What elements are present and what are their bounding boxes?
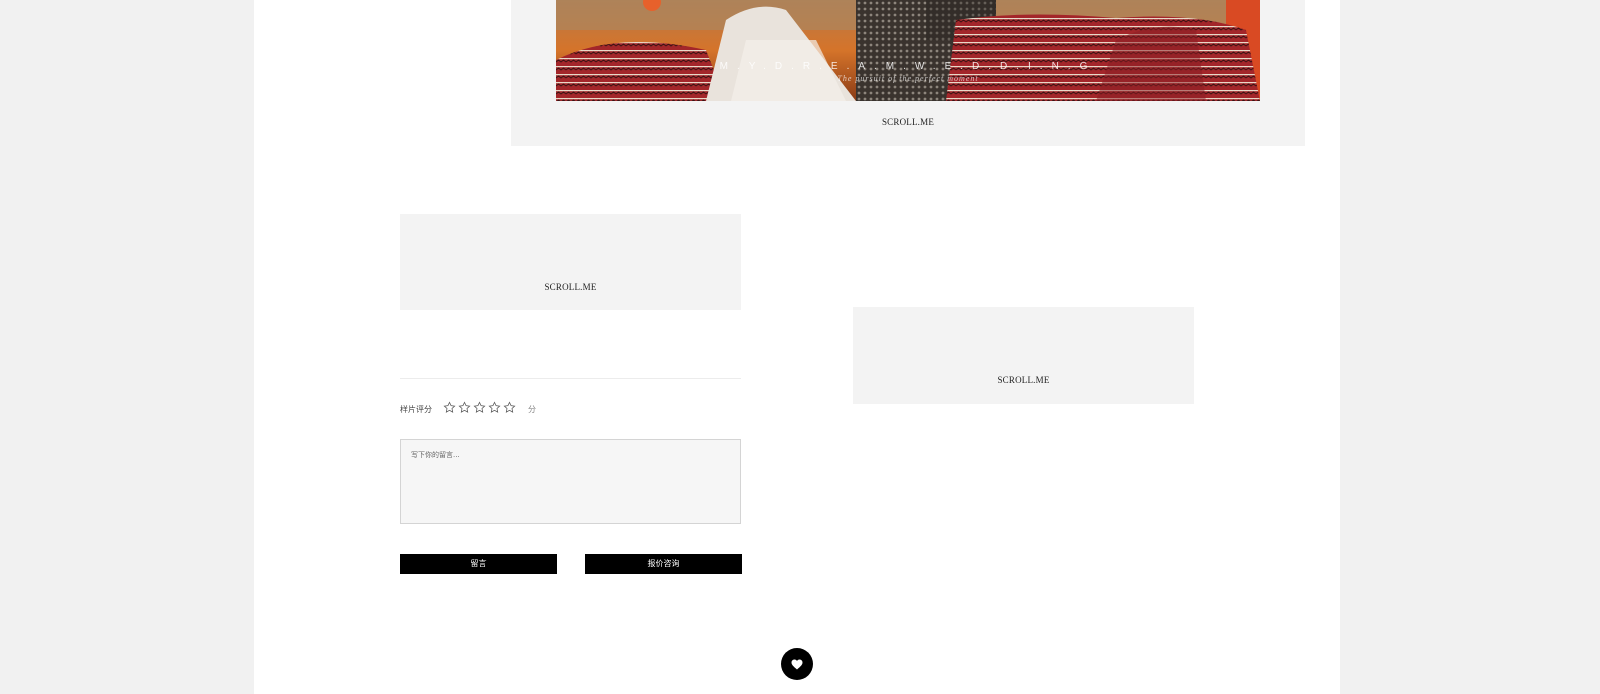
rating-unit: 分 bbox=[528, 405, 536, 414]
heart-icon bbox=[791, 659, 803, 669]
star-icon[interactable] bbox=[503, 401, 516, 414]
rating-label: 样片评分 bbox=[400, 405, 432, 414]
scroll-label: SCROLL.ME bbox=[544, 282, 597, 292]
photo-card[interactable]: M.Y.D.R.E.A.M.W.E.D.D.I.N.G The pursuit … bbox=[511, 0, 1305, 146]
scroll-label: SCROLL.ME bbox=[881, 117, 935, 127]
page-container: M.Y.D.R.E.A.M.W.E.D.D.I.N.G The pursuit … bbox=[254, 0, 1340, 694]
price-inquiry-button[interactable]: 报价咨询 bbox=[585, 554, 742, 574]
scroll-label: SCROLL.ME bbox=[997, 375, 1050, 385]
rating-row: 样片评分 分 bbox=[400, 401, 741, 419]
star-icon[interactable] bbox=[488, 401, 501, 414]
star-icon[interactable] bbox=[473, 401, 486, 414]
photo-subtitle-text: The pursuit of the perfect moment bbox=[837, 74, 979, 83]
gallery-card-left[interactable]: SCROLL.ME bbox=[400, 214, 741, 310]
star-icon[interactable] bbox=[443, 401, 456, 414]
message-input[interactable] bbox=[400, 439, 741, 524]
divider bbox=[400, 378, 741, 379]
leave-message-button[interactable]: 留言 bbox=[400, 554, 557, 574]
favorite-button[interactable] bbox=[781, 648, 813, 680]
photo-brand-text: M.Y.D.R.E.A.M.W.E.D.D.I.N.G bbox=[719, 61, 1097, 72]
star-icon[interactable] bbox=[458, 401, 471, 414]
wedding-photo: M.Y.D.R.E.A.M.W.E.D.D.I.N.G The pursuit … bbox=[556, 0, 1260, 101]
photo-illustration bbox=[556, 0, 1260, 101]
star-rating[interactable] bbox=[443, 401, 516, 414]
gallery-card-right[interactable]: SCROLL.ME bbox=[853, 307, 1194, 404]
